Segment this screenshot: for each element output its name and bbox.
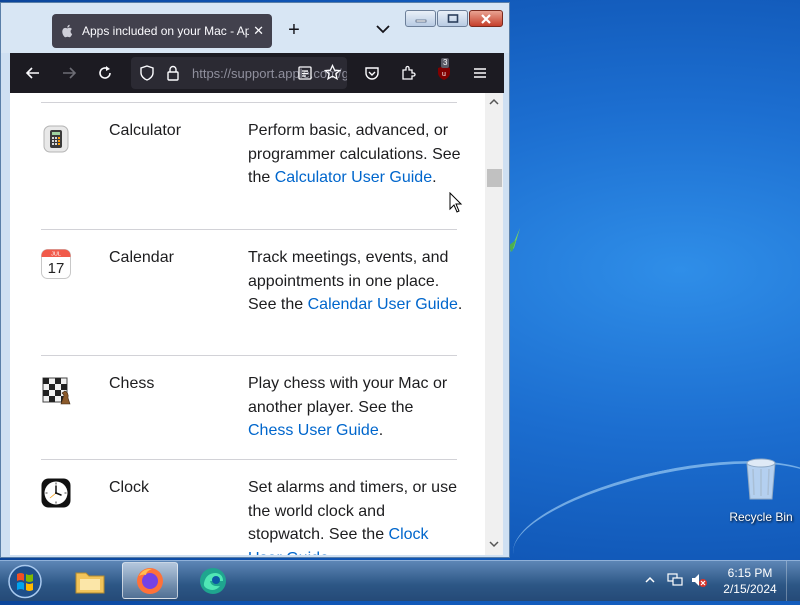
app-description: Play chess with your Mac or another play… bbox=[248, 375, 448, 439]
maximize-button[interactable] bbox=[437, 10, 468, 27]
menu-icon[interactable] bbox=[469, 62, 491, 84]
show-desktop-button[interactable] bbox=[786, 561, 800, 601]
volume-muted-icon[interactable] bbox=[690, 572, 708, 588]
system-clock[interactable]: 6:15 PM 2/15/2024 bbox=[712, 565, 788, 597]
app-name: Chess bbox=[109, 375, 155, 392]
start-button[interactable] bbox=[5, 563, 45, 600]
app-description: Track meetings, events, and appointments… bbox=[248, 249, 463, 313]
app-name: Calculator bbox=[109, 122, 182, 139]
scroll-down-icon[interactable] bbox=[489, 539, 499, 549]
shield-icon[interactable] bbox=[139, 65, 155, 81]
app-description: Set alarms and timers, or use the world … bbox=[248, 476, 463, 555]
row-divider bbox=[41, 355, 457, 356]
lock-icon[interactable] bbox=[166, 65, 180, 81]
taskbar-file-explorer[interactable] bbox=[62, 562, 118, 599]
recycle-bin-label: Recycle Bin bbox=[729, 510, 793, 524]
row-divider bbox=[41, 229, 457, 230]
app-name: Clock bbox=[109, 479, 150, 496]
minimize-button[interactable] bbox=[405, 10, 436, 27]
edge-icon bbox=[200, 567, 226, 594]
calendar-user-guide-link[interactable]: Calendar User Guide bbox=[308, 296, 458, 313]
forward-icon[interactable] bbox=[58, 62, 80, 84]
calculator-user-guide-link[interactable]: Calculator User Guide bbox=[275, 169, 432, 186]
address-bar[interactable]: https://support.apple.com/guide/mac-help… bbox=[131, 57, 347, 89]
apple-icon bbox=[60, 24, 74, 38]
svg-text:JUL: JUL bbox=[51, 252, 61, 258]
svg-text:u: u bbox=[442, 71, 446, 78]
firefox-icon bbox=[137, 567, 163, 594]
scroll-up-icon[interactable] bbox=[489, 97, 499, 107]
taskbar: 6:15 PM 2/15/2024 bbox=[0, 560, 800, 601]
row-divider bbox=[41, 102, 457, 103]
ublock-count-badge: 3 bbox=[441, 58, 450, 68]
tab-title: Apps included on your Mac - Apple Suppor… bbox=[82, 24, 250, 38]
tab-close-icon[interactable]: ✕ bbox=[253, 23, 264, 39]
chess-user-guide-link[interactable]: Chess User Guide bbox=[248, 422, 379, 439]
app-description: Perform basic, advanced, or programmer c… bbox=[248, 122, 461, 186]
scrollbar-thumb[interactable] bbox=[487, 169, 502, 187]
clock-icon bbox=[41, 478, 71, 508]
bookmark-star-icon[interactable] bbox=[324, 64, 341, 81]
folder-icon bbox=[75, 572, 105, 593]
recycle-bin[interactable]: Recycle Bin bbox=[728, 455, 794, 524]
row-divider bbox=[41, 459, 457, 460]
vertical-scrollbar[interactable] bbox=[485, 93, 503, 555]
svg-text:17: 17 bbox=[48, 260, 65, 277]
recycle-bin-icon bbox=[746, 458, 776, 500]
chess-icon bbox=[42, 377, 71, 405]
network-icon[interactable] bbox=[666, 572, 684, 588]
show-hidden-icons-icon[interactable] bbox=[645, 576, 655, 584]
new-tab-button[interactable]: + bbox=[284, 19, 304, 41]
browser-window: Apps included on your Mac - Apple Suppor… bbox=[0, 2, 510, 558]
clock-date: 2/15/2024 bbox=[723, 582, 777, 596]
close-window-button[interactable] bbox=[469, 10, 503, 27]
reload-icon[interactable] bbox=[94, 62, 116, 84]
taskbar-edge[interactable] bbox=[185, 562, 241, 599]
browser-tab[interactable]: Apps included on your Mac - Apple Suppor… bbox=[52, 14, 272, 48]
reader-view-icon[interactable] bbox=[297, 65, 313, 81]
extensions-icon[interactable] bbox=[397, 62, 419, 84]
title-bar: Apps included on your Mac - Apple Suppor… bbox=[1, 3, 509, 53]
app-name: Calendar bbox=[109, 249, 174, 266]
navigation-toolbar: https://support.apple.com/guide/mac-help… bbox=[10, 53, 504, 93]
clock-time: 6:15 PM bbox=[727, 566, 773, 580]
wallpaper-leaf bbox=[508, 228, 520, 252]
list-all-tabs-icon[interactable] bbox=[375, 23, 391, 35]
pocket-icon[interactable] bbox=[361, 62, 383, 84]
mouse-cursor-icon bbox=[449, 192, 463, 213]
calendar-icon: JUL 17 bbox=[41, 249, 71, 279]
calculator-icon bbox=[43, 125, 69, 153]
taskbar-firefox[interactable] bbox=[122, 562, 178, 599]
back-icon[interactable] bbox=[22, 62, 44, 84]
page-content: Calculator Perform basic, advanced, or p… bbox=[10, 93, 485, 555]
